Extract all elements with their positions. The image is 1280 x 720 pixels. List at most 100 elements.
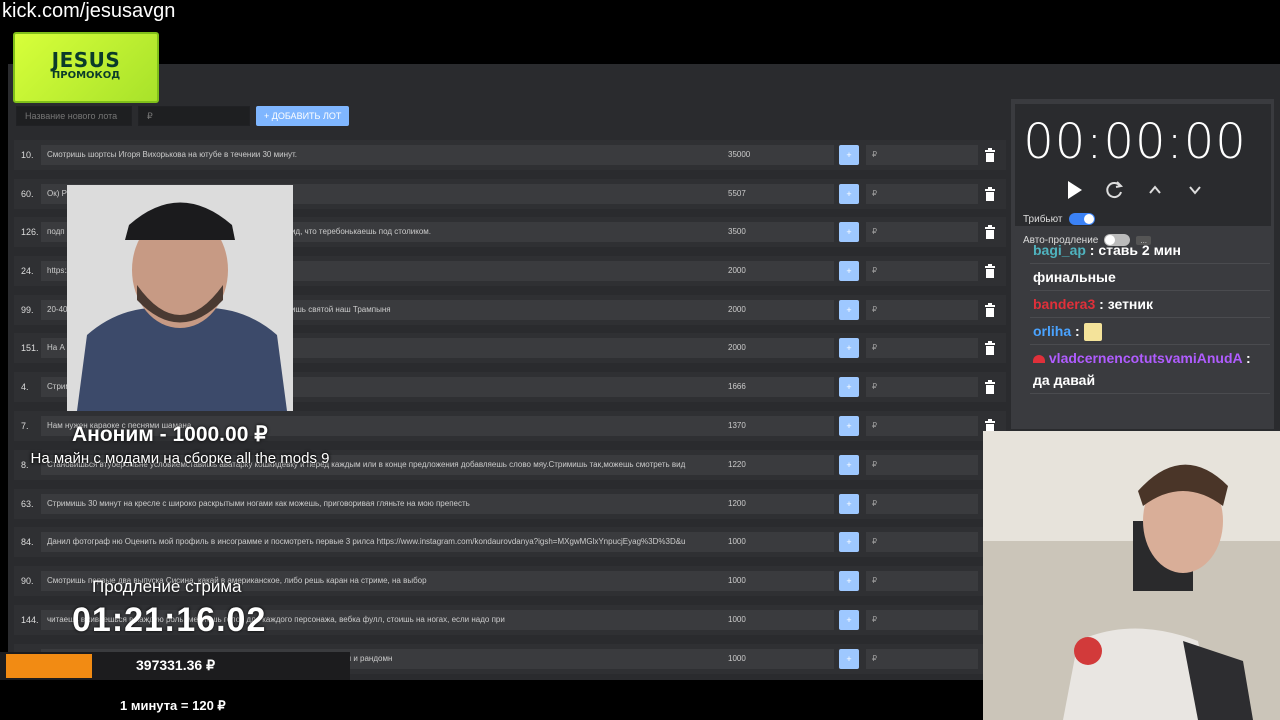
lot-amount[interactable]: 35000 bbox=[722, 145, 834, 165]
lot-row: 84. Данил фотограф ню Оценить мой профил… bbox=[14, 527, 1006, 557]
goal-progress-fill bbox=[6, 654, 92, 678]
chat-text: зетник bbox=[1107, 296, 1154, 312]
add-amount-button[interactable]: + bbox=[839, 649, 859, 669]
lot-add-input[interactable]: ₽ bbox=[866, 261, 978, 281]
lot-number: 4. bbox=[21, 382, 29, 392]
lot-add-input[interactable]: ₽ bbox=[866, 649, 978, 669]
add-amount-button[interactable]: + bbox=[839, 532, 859, 552]
lot-amount[interactable]: 5507 bbox=[722, 184, 834, 204]
trash-icon[interactable] bbox=[984, 264, 996, 278]
lot-amount[interactable]: 1000 bbox=[722, 571, 834, 591]
lot-add-input[interactable]: ₽ bbox=[866, 222, 978, 242]
add-amount-button[interactable]: + bbox=[839, 571, 859, 591]
more-options-button[interactable]: ... bbox=[1136, 235, 1152, 245]
lot-amount[interactable]: 2000 bbox=[722, 261, 834, 281]
lot-description[interactable]: Стримишь 30 минут на кресле с широко рас… bbox=[41, 494, 729, 514]
trash-icon[interactable] bbox=[984, 225, 996, 239]
chat-message: bagi_ap : ставь 2 мин bbox=[1030, 245, 1270, 264]
lot-amount[interactable]: 1220 bbox=[722, 455, 834, 475]
add-amount-button[interactable]: + bbox=[839, 455, 859, 475]
stream-screen: kick.com/jesusavgn JESUS ПРОМОКОД + ДОБА… bbox=[0, 0, 1280, 720]
lot-amount[interactable]: 1000 bbox=[722, 532, 834, 552]
lot-amount[interactable]: 1666 bbox=[722, 377, 834, 397]
lot-add-input[interactable]: ₽ bbox=[866, 571, 978, 591]
tribute-switch[interactable] bbox=[1068, 213, 1095, 225]
lot-add-input[interactable]: ₽ bbox=[866, 532, 978, 552]
add-amount-button[interactable]: + bbox=[839, 610, 859, 630]
tribute-label: Трибьют bbox=[1023, 213, 1063, 225]
emote-icon bbox=[1083, 323, 1102, 342]
donation-photo bbox=[67, 185, 293, 411]
donation-message: На майн с модами на сборке all the mods … bbox=[30, 450, 330, 467]
rate-text: 1 минута = 120 ₽ bbox=[120, 698, 226, 713]
add-amount-button[interactable]: + bbox=[839, 184, 859, 204]
chevron-down-icon[interactable] bbox=[1183, 178, 1207, 202]
lot-description[interactable]: Смотришь шортсы Игоря Вихорькова на ютуб… bbox=[41, 145, 729, 165]
lot-amount[interactable]: 1000 bbox=[722, 610, 834, 630]
lot-number: 151. bbox=[21, 343, 39, 353]
lot-number: 60. bbox=[21, 189, 34, 199]
lot-amount[interactable]: 1000 bbox=[722, 649, 834, 669]
goal-bar: 397331.36 ₽ bbox=[0, 652, 350, 680]
lot-number: 7. bbox=[21, 421, 29, 431]
lot-amount[interactable]: 2000 bbox=[722, 300, 834, 320]
lot-number: 63. bbox=[21, 499, 34, 509]
lot-add-input[interactable]: ₽ bbox=[866, 145, 978, 165]
lot-amount[interactable]: 1370 bbox=[722, 416, 834, 436]
lot-amount[interactable]: 1200 bbox=[722, 494, 834, 514]
play-icon[interactable] bbox=[1062, 178, 1086, 202]
chevron-up-icon[interactable] bbox=[1143, 178, 1167, 202]
lot-number: 90. bbox=[21, 576, 34, 586]
lot-add-input[interactable]: ₽ bbox=[866, 455, 978, 475]
lot-number: 84. bbox=[21, 537, 34, 547]
promo-subtitle: ПРОМОКОД bbox=[51, 70, 121, 81]
tribute-toggle-row: Трибьют bbox=[1023, 213, 1095, 225]
lot-amount[interactable]: 3500 bbox=[722, 222, 834, 242]
lot-row: 10. Смотришь шортсы Игоря Вихорькова на … bbox=[14, 140, 1006, 170]
trash-icon[interactable] bbox=[984, 303, 996, 317]
lot-add-input[interactable]: ₽ bbox=[866, 184, 978, 204]
auction-timer: 00:00:00 bbox=[1023, 114, 1247, 170]
lot-amount[interactable]: 2000 bbox=[722, 338, 834, 358]
autoextend-label: Авто-продление bbox=[1023, 234, 1099, 246]
promo-badge: JESUS ПРОМОКОД bbox=[13, 32, 159, 103]
chat-text: да давай bbox=[1033, 372, 1096, 388]
webcam-feed bbox=[983, 431, 1280, 720]
trash-icon[interactable] bbox=[984, 187, 996, 201]
add-amount-button[interactable]: + bbox=[839, 494, 859, 514]
lot-add-input[interactable]: ₽ bbox=[866, 610, 978, 630]
add-amount-button[interactable]: + bbox=[839, 145, 859, 165]
add-amount-button[interactable]: + bbox=[839, 300, 859, 320]
add-amount-button[interactable]: + bbox=[839, 377, 859, 397]
lot-add-input[interactable]: ₽ bbox=[866, 416, 978, 436]
chat-overlay: bagi_ap : ставь 2 мин финальные bandera3… bbox=[1030, 245, 1270, 395]
lot-row: 63. Стримишь 30 минут на кресле с широко… bbox=[14, 489, 1006, 519]
add-lot-button[interactable]: + ДОБАВИТЬ ЛОТ bbox=[256, 106, 350, 126]
new-lot-name-input[interactable] bbox=[16, 106, 132, 126]
lot-number: 10. bbox=[21, 150, 34, 160]
chat-user: bagi_ap bbox=[1033, 245, 1086, 258]
chat-message: orliha : bbox=[1030, 318, 1270, 345]
lot-add-input[interactable]: ₽ bbox=[866, 338, 978, 358]
badge-icon bbox=[1033, 355, 1045, 364]
trash-icon[interactable] bbox=[984, 148, 996, 162]
chat-message: vladcernencotutsvamiAnudA : да давай bbox=[1030, 345, 1270, 394]
lot-add-input[interactable]: ₽ bbox=[866, 494, 978, 514]
add-amount-button[interactable]: + bbox=[839, 416, 859, 436]
trash-icon[interactable] bbox=[984, 380, 996, 394]
add-amount-button[interactable]: + bbox=[839, 338, 859, 358]
goal-sum: 397331.36 ₽ bbox=[136, 657, 215, 673]
lot-add-input[interactable]: ₽ bbox=[866, 377, 978, 397]
donation-name: Аноним - 1000.00 ₽ bbox=[72, 423, 268, 446]
lot-number: 126. bbox=[21, 227, 39, 237]
refresh-icon[interactable] bbox=[1102, 178, 1126, 202]
lot-add-input[interactable]: ₽ bbox=[866, 300, 978, 320]
add-amount-button[interactable]: + bbox=[839, 222, 859, 242]
new-lot-price-input[interactable] bbox=[138, 106, 250, 126]
chat-user: orliha bbox=[1033, 323, 1072, 339]
lot-number: 144. bbox=[21, 615, 39, 625]
add-amount-button[interactable]: + bbox=[839, 261, 859, 281]
lot-description[interactable]: Данил фотограф ню Оценить мой профиль в … bbox=[41, 532, 729, 552]
trash-icon[interactable] bbox=[984, 341, 996, 355]
extension-timer: 01:21:16.02 bbox=[72, 601, 267, 639]
